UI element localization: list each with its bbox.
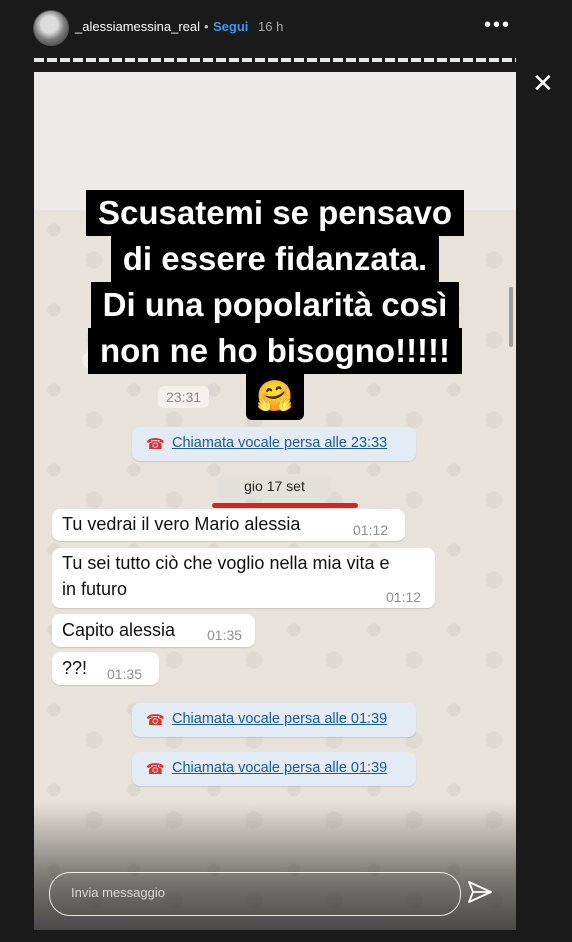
caption-line: Scusatemi se pensavo: [85, 190, 464, 236]
message-time: 01:35: [107, 666, 143, 682]
reply-input[interactable]: Invia messaggio: [49, 872, 461, 916]
red-underline-annotation: [212, 503, 358, 508]
close-icon[interactable]: ✕: [532, 70, 554, 96]
missed-call-text: Chiamata vocale persa alle 01:39: [172, 760, 388, 776]
message-time: 01:12: [353, 522, 389, 538]
follow-button[interactable]: Segui: [213, 19, 248, 34]
separator-dot: •: [204, 19, 209, 34]
post-time: 16 h: [258, 19, 284, 34]
message-text: in futuro: [62, 579, 128, 599]
missed-call-text: Chiamata vocale persa alle 23:33: [172, 435, 388, 451]
send-icon[interactable]: [466, 878, 494, 906]
story-frame: 23:31 ☎ Chiamata vocale persa alle 23:33…: [34, 72, 516, 930]
story-progress-bar: [34, 58, 516, 62]
message-time: 01:12: [386, 589, 422, 605]
missed-call-icon: ☎: [146, 761, 165, 778]
missed-call-notice[interactable]: ☎ Chiamata vocale persa alle 01:39: [132, 703, 416, 737]
date-chip: gio 17 set: [218, 474, 331, 499]
missed-call-icon: ☎: [146, 712, 165, 729]
avatar[interactable]: [33, 10, 69, 46]
message-text: Tu vedrai il vero Mario alessia: [62, 514, 301, 534]
message-text: ??!: [62, 658, 88, 678]
incoming-message[interactable]: ??! 01:35: [52, 652, 159, 685]
incoming-message[interactable]: Tu sei tutto ciò che voglio nella mia vi…: [52, 548, 435, 608]
missed-call-icon: ☎: [146, 436, 165, 453]
story-header: _alessiamessina_real • Segui 16 h •••: [0, 0, 572, 58]
caption-line: Di una popolarità così: [90, 282, 460, 328]
message-text: Capito alessia: [62, 620, 176, 640]
story-caption: Scusatemi se pensavo di essere fidanzata…: [34, 190, 516, 420]
message-time: 01:35: [207, 627, 243, 643]
message-text: Tu sei tutto ciò che voglio nella mia vi…: [62, 553, 390, 573]
missed-call-notice[interactable]: ☎ Chiamata vocale persa alle 23:33: [132, 427, 416, 461]
missed-call-notice[interactable]: ☎ Chiamata vocale persa alle 01:39: [132, 752, 416, 786]
incoming-message[interactable]: Capito alessia 01:35: [52, 614, 255, 647]
username[interactable]: _alessiamessina_real: [75, 19, 200, 34]
more-horizontal-icon[interactable]: •••: [484, 14, 511, 37]
missed-call-text: Chiamata vocale persa alle 01:39: [172, 711, 388, 727]
caption-line: non ne ho bisogno!!!!!: [87, 328, 463, 374]
reply-placeholder: Invia messaggio: [71, 885, 165, 900]
caption-line: di essere fidanzata.: [110, 236, 440, 282]
hugging-emoji: 🤗: [246, 374, 304, 420]
incoming-message[interactable]: Tu vedrai il vero Mario alessia 01:12: [52, 509, 405, 541]
